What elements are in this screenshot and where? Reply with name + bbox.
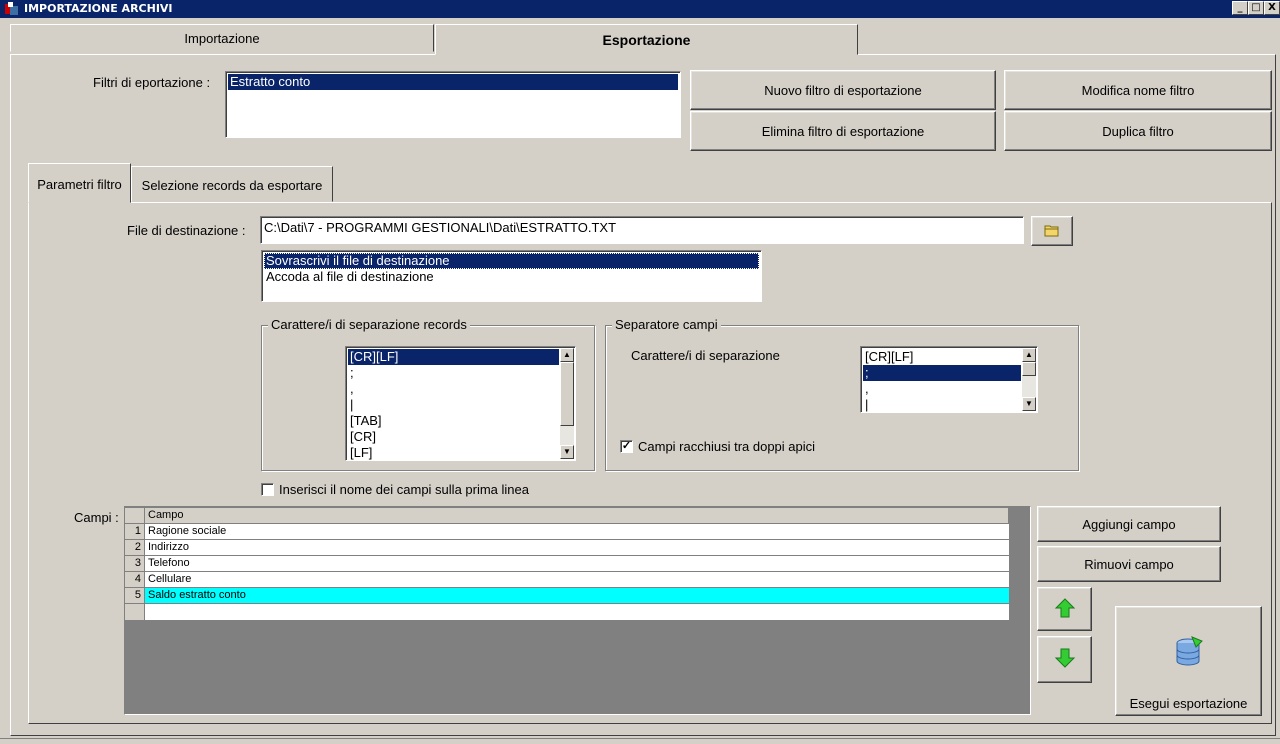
- scroll-down-icon[interactable]: ▼: [560, 445, 574, 459]
- record-sep-item[interactable]: ,: [348, 381, 559, 397]
- table-row[interactable]: 5 Saldo estratto conto: [125, 588, 1009, 604]
- field-cell-highlighted[interactable]: Saldo estratto conto: [145, 588, 1009, 604]
- table-row-empty[interactable]: [125, 604, 1009, 620]
- record-separator-legend: Carattere/i di separazione records: [268, 317, 470, 332]
- field-cell[interactable]: Ragione sociale: [145, 524, 1009, 540]
- window-title: IMPORTAZIONE ARCHIVI: [24, 2, 173, 15]
- field-cell[interactable]: Telefono: [145, 556, 1009, 572]
- record-separator-list[interactable]: [CR][LF] ; , | [TAB] [CR] [LF]: [345, 346, 576, 461]
- filter-item[interactable]: Estratto conto: [228, 74, 678, 90]
- record-sep-item[interactable]: [CR]: [348, 429, 559, 445]
- app-icon: [4, 2, 20, 16]
- move-up-button[interactable]: [1037, 587, 1092, 631]
- field-cell[interactable]: Indirizzo: [145, 540, 1009, 556]
- status-strip: [0, 738, 1280, 744]
- tab-esportazione-label: Esportazione: [602, 32, 691, 48]
- destination-path-input[interactable]: C:\Dati\7 - PROGRAMMI GESTIONALI\Dati\ES…: [260, 216, 1024, 244]
- scroll-down-icon[interactable]: ▼: [1022, 397, 1036, 411]
- tab-importazione-label: Importazione: [184, 31, 260, 46]
- field-separator-label: Carattere/i di separazione: [631, 348, 780, 363]
- tab-importazione[interactable]: Importazione: [10, 24, 434, 52]
- field-sep-item[interactable]: ,: [863, 381, 1021, 397]
- record-sep-item[interactable]: [LF]: [348, 445, 559, 460]
- field-separator-list[interactable]: [CR][LF] ; , |: [860, 346, 1038, 413]
- header-line-checkbox[interactable]: [261, 483, 274, 496]
- folder-icon: [1044, 223, 1060, 240]
- scroll-up-icon[interactable]: ▲: [560, 348, 574, 362]
- row-number: 1: [125, 524, 145, 540]
- tab-selezione-records[interactable]: Selezione records da esportare: [131, 166, 333, 202]
- write-mode-append[interactable]: Accoda al file di destinazione: [264, 269, 759, 285]
- title-bar: IMPORTAZIONE ARCHIVI _ □ X: [0, 0, 1280, 18]
- record-sep-item[interactable]: |: [348, 397, 559, 413]
- field-cell[interactable]: Cellulare: [145, 572, 1009, 588]
- header-line-label: Inserisci il nome dei campi sulla prima …: [279, 482, 529, 497]
- table-row[interactable]: 3 Telefono: [125, 556, 1009, 572]
- field-separator-scrollbar[interactable]: ▲ ▼: [1022, 348, 1036, 411]
- field-sep-item[interactable]: |: [863, 397, 1021, 412]
- row-number: [125, 604, 145, 620]
- field-sep-item[interactable]: [CR][LF]: [863, 349, 1021, 365]
- fields-label: Campi :: [74, 510, 119, 525]
- table-row[interactable]: 1 Ragione sociale: [125, 524, 1009, 540]
- restore-button[interactable]: □: [1248, 1, 1264, 15]
- add-field-button[interactable]: Aggiungi campo: [1037, 506, 1221, 542]
- write-mode-overwrite[interactable]: Sovrascrivi il file di destinazione: [264, 253, 759, 269]
- row-number: 4: [125, 572, 145, 588]
- remove-field-button[interactable]: Rimuovi campo: [1037, 546, 1221, 582]
- filters-label: Filtri di eportazione :: [93, 75, 211, 90]
- arrow-up-icon: [1054, 597, 1076, 622]
- close-button[interactable]: X: [1264, 1, 1280, 15]
- row-number: 3: [125, 556, 145, 572]
- minimize-button[interactable]: _: [1232, 1, 1248, 15]
- corner-cell: [125, 508, 145, 524]
- run-export-label: Esegui esportazione: [1129, 696, 1248, 711]
- fields-header-row: Campo: [125, 508, 1009, 524]
- tab-esportazione[interactable]: Esportazione: [435, 24, 858, 55]
- destination-label: File di destinazione :: [127, 223, 246, 238]
- column-header-campo[interactable]: Campo: [145, 508, 1009, 524]
- field-sep-item[interactable]: ;: [863, 365, 1021, 381]
- field-separator-legend: Separatore campi: [612, 317, 721, 332]
- scroll-thumb[interactable]: [1022, 362, 1036, 376]
- fields-table: Campo 1 Ragione sociale 2 Indirizzo 3 Te…: [125, 508, 1009, 620]
- record-separator-scrollbar[interactable]: ▲ ▼: [560, 348, 574, 459]
- arrow-down-icon: [1054, 647, 1076, 672]
- tab-parametri-filtro[interactable]: Parametri filtro: [28, 163, 131, 203]
- browse-folder-button[interactable]: [1031, 216, 1073, 246]
- delete-filter-button[interactable]: Elimina filtro di esportazione: [690, 111, 996, 151]
- run-export-button[interactable]: Esegui esportazione: [1115, 606, 1262, 716]
- tab-parametri-label: Parametri filtro: [37, 177, 122, 192]
- row-number: 5: [125, 588, 145, 604]
- record-sep-item[interactable]: [TAB]: [348, 413, 559, 429]
- row-number: 2: [125, 540, 145, 556]
- quotes-checkbox[interactable]: ✓: [620, 440, 633, 453]
- move-down-button[interactable]: [1037, 636, 1092, 683]
- table-row[interactable]: 4 Cellulare: [125, 572, 1009, 588]
- write-mode-list[interactable]: Sovrascrivi il file di destinazione Acco…: [261, 250, 762, 302]
- field-cell[interactable]: [145, 604, 1009, 620]
- table-row[interactable]: 2 Indirizzo: [125, 540, 1009, 556]
- record-sep-item[interactable]: [CR][LF]: [348, 349, 559, 365]
- scroll-thumb[interactable]: [560, 362, 574, 426]
- new-filter-button[interactable]: Nuovo filtro di esportazione: [690, 70, 996, 110]
- scroll-up-icon[interactable]: ▲: [1022, 348, 1036, 362]
- database-export-icon: [1174, 635, 1206, 672]
- duplicate-filter-button[interactable]: Duplica filtro: [1004, 111, 1272, 151]
- rename-filter-button[interactable]: Modifica nome filtro: [1004, 70, 1272, 110]
- tab-selezione-label: Selezione records da esportare: [141, 178, 323, 193]
- filters-list[interactable]: Estratto conto: [225, 71, 681, 138]
- record-sep-item[interactable]: ;: [348, 365, 559, 381]
- fields-grid[interactable]: Campo 1 Ragione sociale 2 Indirizzo 3 Te…: [124, 506, 1031, 715]
- quotes-label: Campi racchiusi tra doppi apici: [638, 439, 816, 454]
